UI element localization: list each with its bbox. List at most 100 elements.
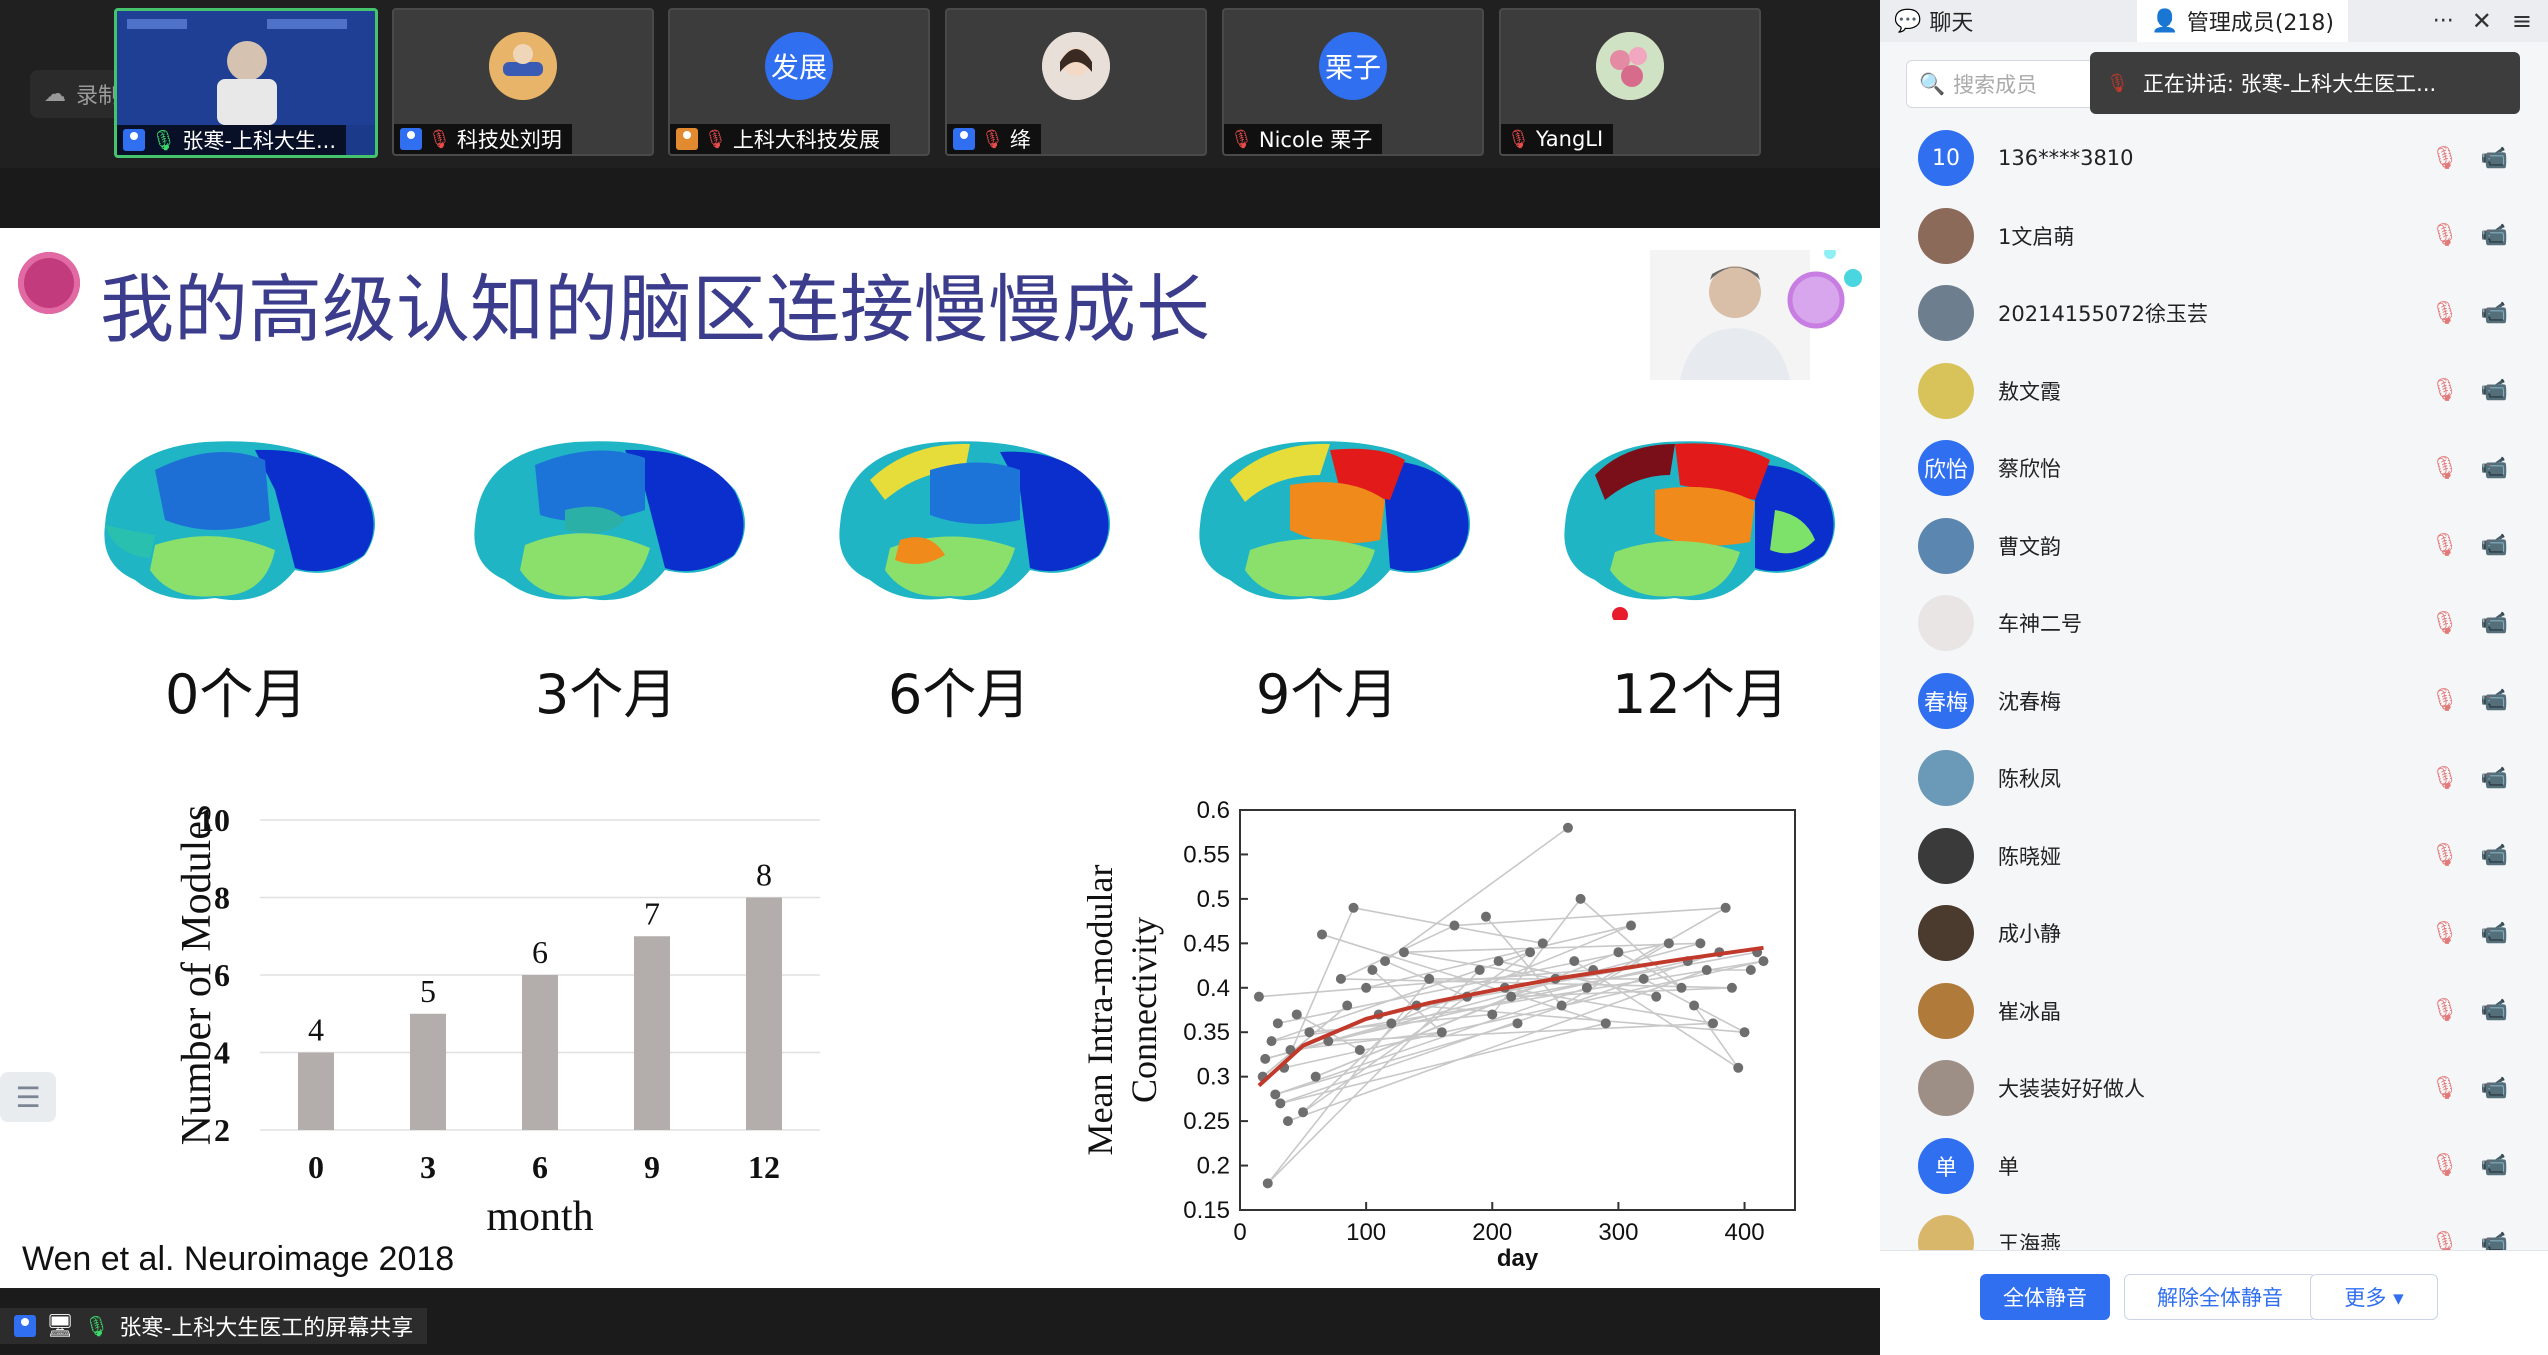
mic-muted-icon[interactable]: 🎙 (2431, 1076, 2459, 1101)
member-row[interactable]: 10 136****3810 🎙 📹 (1880, 120, 2548, 196)
data-label: 8 (756, 857, 772, 893)
data-point (1695, 938, 1706, 949)
camera-off-icon[interactable]: 📹 (2481, 1076, 2508, 1101)
x-tick-label: 200 (1472, 1219, 1512, 1246)
x-tick-label: 300 (1598, 1219, 1638, 1246)
camera-off-icon[interactable]: 📹 (2481, 688, 2508, 713)
citation: Wen et al. Neuroimage 2018 (22, 1240, 455, 1278)
data-point (1525, 947, 1536, 958)
mic-muted-icon[interactable]: 🎙 (2431, 998, 2459, 1023)
screen-share-icon: 🖥 (46, 1313, 74, 1339)
mute-all-button[interactable]: 全体静音 (1980, 1274, 2110, 1320)
camera-off-icon[interactable]: 📹 (2481, 146, 2508, 171)
camera-off-icon[interactable]: 📹 (2481, 766, 2508, 791)
mic-muted-icon[interactable]: 🎙 (2431, 1153, 2459, 1178)
mic-muted-icon[interactable]: 🎙 (2431, 843, 2459, 868)
speaking-text: 正在讲话: 张寒-上科大生医工... (2142, 72, 2437, 96)
data-point (1367, 965, 1378, 975)
avatar: 春梅 (1918, 672, 1974, 729)
video-tile[interactable]: 🎙 YangLI (1499, 8, 1761, 156)
mic-muted-icon[interactable]: 🎙 (2431, 688, 2459, 713)
data-point (1380, 956, 1391, 967)
x-tick-label: 3 (420, 1149, 436, 1185)
unmute-all-button[interactable]: 解除全体静音 (2124, 1274, 2316, 1320)
member-row[interactable]: 20214155072徐玉芸 🎙 📹 (1880, 275, 2548, 351)
tile-name: YangLI (1535, 127, 1604, 151)
member-row[interactable]: 陈秋凤 🎙 📹 (1880, 740, 2548, 816)
mic-muted-icon[interactable]: 🎙 (2431, 766, 2459, 791)
mic-muted-icon[interactable]: 🎙 (2431, 223, 2459, 248)
camera-off-icon[interactable]: 📹 (2481, 921, 2508, 946)
close-icon[interactable]: ✕ (2472, 7, 2492, 35)
video-tile-host[interactable]: 🎙 张寒-上科大生... (114, 8, 378, 158)
person-icon (953, 128, 975, 150)
member-name: 沈春梅 (1998, 689, 2061, 714)
data-point (1745, 965, 1756, 975)
x-tick-label: 0 (1233, 1219, 1246, 1246)
data-point (1600, 1018, 1611, 1029)
data-point (1348, 902, 1359, 913)
mic-muted-icon[interactable]: 🎙 (2431, 146, 2459, 171)
x-tick-label: 9 (644, 1149, 660, 1185)
tab-chat[interactable]: 💬 聊天 (1880, 0, 1987, 42)
x-axis-label: month (486, 1194, 593, 1240)
data-point (1260, 1053, 1271, 1064)
mic-muted-icon[interactable]: 🎙 (2431, 378, 2459, 403)
mic-muted-icon[interactable]: 🎙 (2431, 301, 2459, 326)
title-bullet-decoration (18, 252, 80, 314)
member-row[interactable]: 崔冰晶 🎙 📹 (1880, 973, 2548, 1049)
tile-name-bar: 🎙 Nicole 栗子 (1224, 124, 1383, 154)
member-name: 20214155072徐玉芸 (1998, 302, 2208, 326)
video-tile[interactable]: 🎙 绛 (945, 8, 1207, 156)
member-search-input[interactable]: 🔍 搜索成员 (1906, 60, 2106, 108)
y-tick-label: 0.2 (1197, 1153, 1230, 1180)
more-options-icon[interactable]: ··· (2433, 9, 2454, 34)
member-row[interactable]: 陈晓娅 🎙 📹 (1880, 818, 2548, 894)
member-row[interactable]: 1文启萌 🎙 📹 (1880, 198, 2548, 274)
mic-muted-icon[interactable]: 🎙 (2431, 921, 2459, 946)
camera-off-icon[interactable]: 📹 (2481, 378, 2508, 403)
video-tile[interactable]: 发展 🎙 上科大科技发展 (668, 8, 930, 156)
brain-label: 6个月 (888, 663, 1031, 726)
member-row[interactable]: 曹文韵 🎙 📹 (1880, 508, 2548, 584)
camera-off-icon[interactable]: 📹 (2481, 1153, 2508, 1178)
camera-off-icon[interactable]: 📹 (2481, 533, 2508, 558)
cloud-icon: ☁ (44, 81, 66, 107)
member-row[interactable]: 成小静 🎙 📹 (1880, 895, 2548, 971)
data-label: 5 (420, 973, 436, 1009)
more-button[interactable]: 更多 ▾ (2310, 1274, 2438, 1320)
data-point (1726, 982, 1737, 993)
video-tile[interactable]: 栗子 🎙 Nicole 栗子 (1222, 8, 1484, 156)
list-toggle-button[interactable]: ☰ (0, 1072, 56, 1122)
member-row[interactable]: 单单 🎙 📹 (1880, 1128, 2548, 1204)
member-row[interactable]: 春梅 沈春梅 🎙 📹 (1880, 663, 2548, 739)
member-row[interactable]: 大装装好好做人 🎙 📹 (1880, 1050, 2548, 1126)
member-row[interactable]: 敖文霞 🎙 📹 (1880, 353, 2548, 429)
member-row[interactable]: 欣怡 蔡欣怡 🎙 📹 (1880, 430, 2548, 506)
tab-members[interactable]: 👤 管理成员(218) (2137, 0, 2348, 42)
data-point (1474, 965, 1485, 975)
y-tick-label: 0.25 (1183, 1108, 1230, 1135)
camera-off-icon[interactable]: 📹 (2481, 611, 2508, 636)
video-tile[interactable]: 🎙 科技处刘玥 (392, 8, 654, 156)
mic-muted-icon: 🎙 (1230, 128, 1253, 150)
data-point (1275, 1098, 1286, 1109)
camera-off-icon[interactable]: 📹 (2481, 301, 2508, 326)
data-point (1739, 1027, 1750, 1038)
y-axis-label: Mean Intra-modular (1080, 865, 1120, 1156)
mic-muted-icon[interactable]: 🎙 (2431, 533, 2459, 558)
member-row[interactable]: 车神二号 🎙 📹 (1880, 585, 2548, 661)
mic-muted-icon[interactable]: 🎙 (2431, 456, 2459, 481)
camera-off-icon[interactable]: 📹 (2481, 456, 2508, 481)
camera-off-icon[interactable]: 📹 (2481, 843, 2508, 868)
tile-name-bar: 🎙 科技处刘玥 (394, 124, 572, 154)
avatar (1918, 517, 1974, 574)
camera-off-icon[interactable]: 📹 (2481, 998, 2508, 1023)
camera-off-icon[interactable]: 📹 (2481, 223, 2508, 248)
person-icon (400, 128, 422, 150)
list-icon: ☰ (15, 1080, 41, 1114)
menu-icon[interactable]: ≡ (2512, 7, 2532, 35)
mic-muted-icon[interactable]: 🎙 (2431, 611, 2459, 636)
data-point (1733, 1062, 1744, 1073)
person-icon (123, 129, 145, 151)
